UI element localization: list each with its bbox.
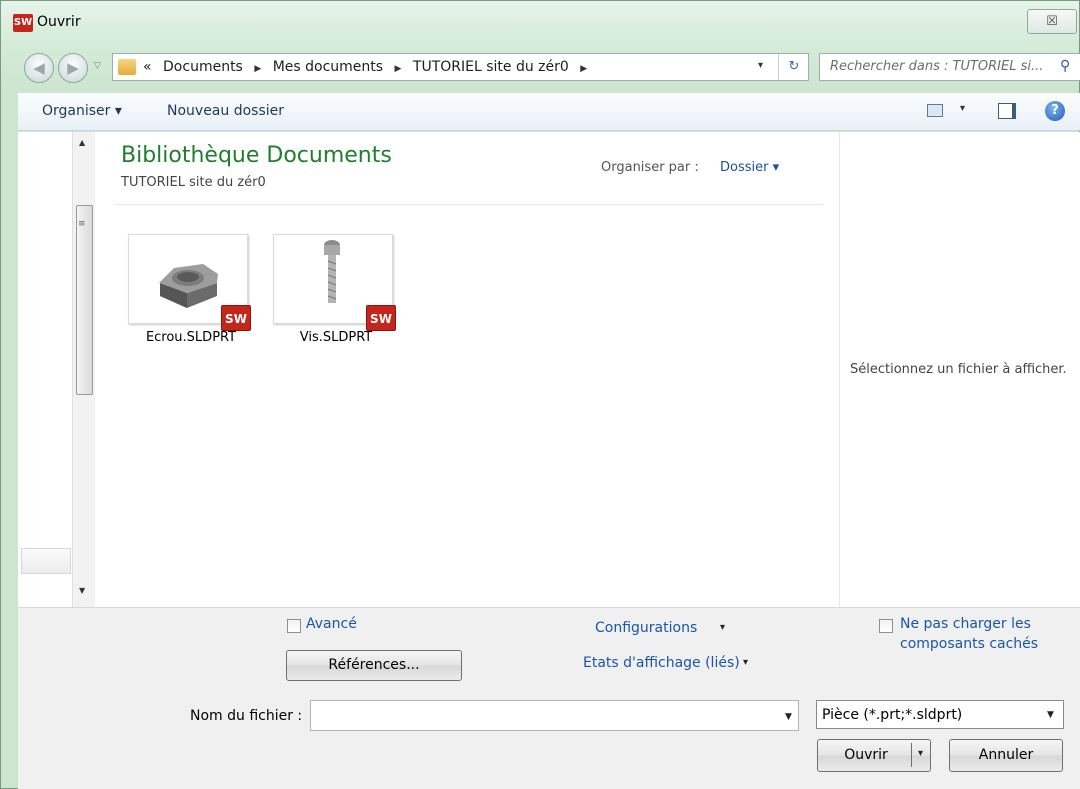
configurations-dropdown[interactable]: Configurations bbox=[595, 620, 697, 636]
preview-pane: Sélectionnez un fichier à afficher. bbox=[839, 132, 1080, 607]
library-subtitle: TUTORIEL site du zér0 bbox=[121, 175, 266, 190]
file-name-input[interactable] bbox=[310, 700, 799, 731]
command-toolbar: Organiser ▾ Nouveau dossier ▾ ? bbox=[18, 93, 1080, 131]
display-states-caret-icon[interactable]: ▾ bbox=[743, 657, 748, 668]
configurations-caret-icon[interactable]: ▾ bbox=[720, 622, 725, 633]
file-name-label: Nom du fichier : bbox=[190, 708, 303, 724]
file-item-vis[interactable]: SW Vis.SLDPRT bbox=[261, 218, 401, 346]
advanced-checkbox[interactable] bbox=[287, 619, 301, 633]
arrange-by-dropdown[interactable]: Dossier ▾ bbox=[720, 160, 779, 175]
preview-pane-icon[interactable] bbox=[998, 103, 1016, 119]
preview-placeholder: Sélectionnez un fichier à afficher. bbox=[850, 362, 1067, 377]
breadcrumb-overflow[interactable]: « bbox=[143, 59, 152, 75]
scroll-grip-icon: ≡ bbox=[78, 219, 86, 229]
file-type-dropdown-icon[interactable]: ▼ bbox=[1047, 710, 1054, 720]
help-icon[interactable]: ? bbox=[1045, 101, 1065, 121]
navigation-pane-item[interactable] bbox=[21, 548, 71, 574]
solidworks-badge-icon: SW bbox=[366, 305, 396, 331]
breadcrumb-separator-icon[interactable]: ▶ bbox=[580, 64, 587, 74]
recent-locations-dropdown[interactable]: ▽ bbox=[94, 61, 101, 71]
search-input[interactable]: Rechercher dans : TUTORIEL si... bbox=[830, 59, 1055, 74]
arrange-by-label: Organiser par : bbox=[601, 160, 699, 175]
forward-button[interactable]: ▶ bbox=[58, 53, 88, 83]
file-name-label: Vis.SLDPRT bbox=[299, 330, 373, 345]
navigation-pane: ▲ ≡ ▼ bbox=[18, 132, 95, 607]
title-bar: SW Ouvrir ☒ bbox=[1, 1, 1080, 45]
file-item-ecrou[interactable]: SW Ecrou.SLDPRT bbox=[116, 218, 256, 346]
open-button-label: Ouvrir bbox=[844, 747, 888, 763]
window-title: Ouvrir bbox=[37, 14, 81, 30]
open-options-dropdown-icon[interactable]: ▾ bbox=[918, 748, 923, 759]
scroll-up-icon[interactable]: ▲ bbox=[79, 138, 85, 147]
refresh-icon: ↻ bbox=[788, 59, 800, 74]
library-title: Bibliothèque Documents bbox=[121, 143, 392, 168]
solidworks-badge-icon: SW bbox=[221, 305, 251, 331]
cancel-button[interactable]: Annuler bbox=[949, 739, 1063, 772]
file-thumbnail: SW bbox=[273, 234, 396, 331]
back-arrow-icon: ◀ bbox=[33, 59, 45, 77]
open-button[interactable]: Ouvrir ▾ bbox=[817, 739, 931, 772]
breadcrumb-item-mes-documents[interactable]: Mes documents bbox=[273, 59, 383, 75]
organize-menu-button[interactable]: Organiser ▾ bbox=[42, 103, 122, 119]
open-dialog: SW Ouvrir ☒ ◀ ▶ ▽ « Documents ▶ Mes docu… bbox=[0, 0, 1080, 789]
forward-arrow-icon: ▶ bbox=[67, 59, 79, 77]
refresh-button[interactable]: ↻ bbox=[778, 54, 809, 80]
address-dropdown-icon[interactable]: ▾ bbox=[758, 60, 763, 71]
search-icon[interactable]: ⚲ bbox=[1060, 58, 1070, 74]
close-button[interactable]: ☒ bbox=[1027, 9, 1077, 34]
scroll-down-icon[interactable]: ▼ bbox=[79, 586, 85, 595]
change-view-icon[interactable] bbox=[927, 104, 943, 117]
breadcrumb-separator-icon[interactable]: ▶ bbox=[254, 64, 261, 74]
file-list: SW Ecrou.SLDPRT SW Vis.SLDPRT bbox=[116, 218, 719, 388]
search-box[interactable]: Rechercher dans : TUTORIEL si... ⚲ bbox=[819, 53, 1080, 81]
breadcrumb: « Documents ▶ Mes documents ▶ TUTORIEL s… bbox=[143, 59, 594, 75]
back-button[interactable]: ◀ bbox=[24, 53, 54, 83]
divider bbox=[116, 204, 823, 205]
breadcrumb-item-documents[interactable]: Documents bbox=[163, 59, 243, 75]
file-name-dropdown-icon[interactable]: ▼ bbox=[785, 712, 792, 722]
vertical-scrollbar[interactable]: ▲ ≡ ▼ bbox=[72, 132, 95, 607]
folder-icon bbox=[118, 59, 136, 75]
file-type-select[interactable]: Pièce (*.prt;*.sldprt) ▼ bbox=[816, 700, 1064, 729]
file-name-label: Ecrou.SLDPRT bbox=[145, 330, 237, 345]
hide-components-label-line1[interactable]: Ne pas charger les bbox=[900, 616, 1031, 632]
advanced-label[interactable]: Avancé bbox=[306, 616, 357, 632]
address-bar[interactable]: « Documents ▶ Mes documents ▶ TUTORIEL s… bbox=[112, 53, 809, 81]
scroll-thumb[interactable] bbox=[76, 205, 93, 395]
breadcrumb-item-tutoriel[interactable]: TUTORIEL site du zér0 bbox=[413, 59, 569, 75]
hide-components-label-line2[interactable]: composants cachés bbox=[900, 636, 1038, 652]
solidworks-logo-icon: SW bbox=[13, 14, 33, 32]
hide-components-checkbox[interactable] bbox=[879, 619, 893, 633]
file-type-value: Pièce (*.prt;*.sldprt) bbox=[822, 707, 963, 723]
file-thumbnail: SW bbox=[128, 234, 251, 331]
content-area: ▲ ≡ ▼ Bibliothèque Documents TUTORIEL si… bbox=[18, 132, 1080, 607]
display-states-dropdown[interactable]: Etats d'affichage (liés) bbox=[583, 655, 740, 671]
breadcrumb-separator-icon[interactable]: ▶ bbox=[395, 64, 402, 74]
open-split-divider bbox=[911, 743, 912, 767]
view-options-dropdown[interactable]: ▾ bbox=[960, 103, 965, 114]
references-button[interactable]: Références... bbox=[286, 650, 462, 681]
new-folder-button[interactable]: Nouveau dossier bbox=[167, 103, 284, 119]
dialog-options: Avancé Configurations ▾ Ne pas charger l… bbox=[18, 607, 1080, 789]
